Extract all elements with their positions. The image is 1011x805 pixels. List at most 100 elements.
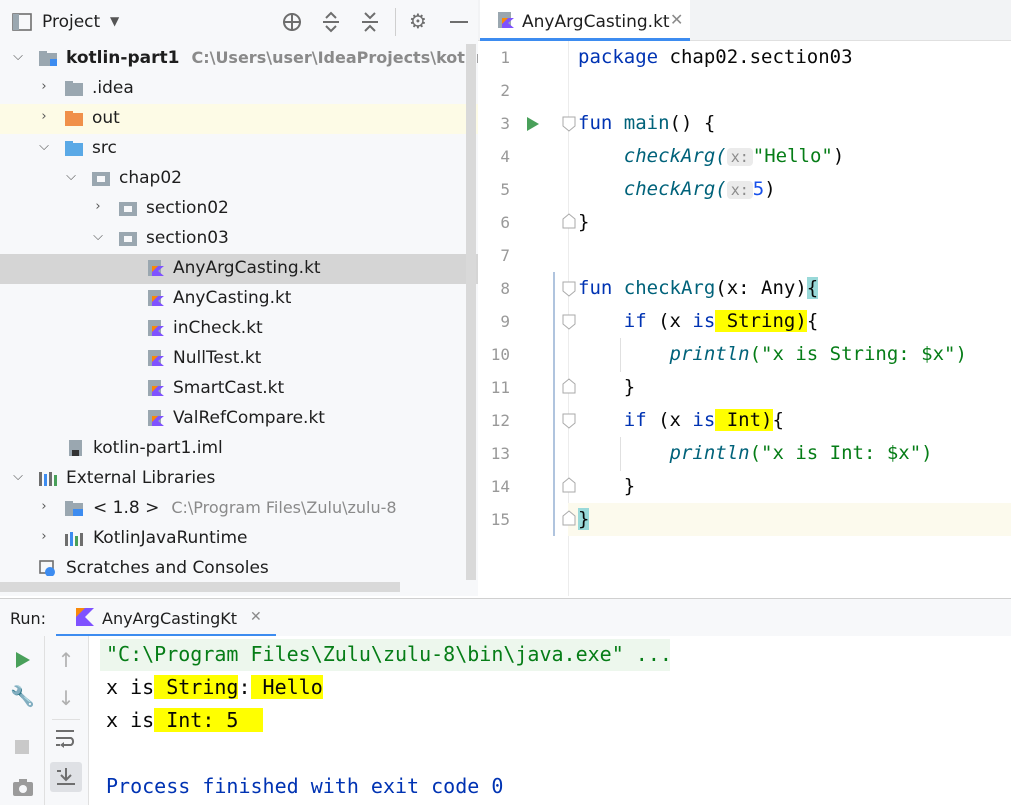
fold-icon[interactable]	[562, 477, 576, 493]
chevron-right-icon[interactable]: ›	[37, 80, 51, 94]
tree-label: section03	[146, 228, 229, 248]
stop-icon[interactable]	[13, 738, 31, 756]
tree-row-section02[interactable]: › section02	[0, 194, 478, 224]
console-output-line: x is String: Hello	[106, 675, 323, 699]
tree-label: src	[92, 138, 117, 158]
code-line-13[interactable]: println("x is Int: $x")	[578, 442, 933, 464]
expand-all-icon[interactable]	[320, 11, 342, 33]
tree-row-nulltest[interactable]: NullTest.kt	[0, 344, 478, 374]
tree-row-iml[interactable]: kotlin-part1.iml	[0, 434, 478, 464]
fold-icon[interactable]	[562, 116, 576, 132]
scroll-to-end-toggle[interactable]	[50, 762, 82, 792]
tree-row-anyargcasting[interactable]: AnyArgCasting.kt	[0, 254, 478, 284]
soft-wrap-icon[interactable]	[54, 728, 78, 748]
fold-icon[interactable]	[562, 281, 576, 297]
code-line-11[interactable]: }	[578, 376, 635, 398]
fold-icon[interactable]	[562, 314, 576, 330]
code-line-1[interactable]: package chap02.section03	[578, 46, 853, 68]
tree-row-src[interactable]: ⌵ src	[0, 134, 478, 164]
code-line-10[interactable]: println("x is String: $x")	[578, 343, 967, 365]
chevron-down-icon[interactable]: ⌵	[37, 140, 51, 154]
project-view-icon	[12, 13, 32, 31]
collapse-all-icon[interactable]	[359, 11, 381, 33]
tree-label: inCheck.kt	[173, 318, 263, 338]
module-folder-icon	[39, 51, 57, 66]
run-tab[interactable]: AnyArgCastingKt ✕	[56, 599, 276, 637]
code-line-12[interactable]: if (x is Int){	[578, 409, 784, 431]
kotlin-file-icon	[148, 350, 164, 366]
excluded-folder-icon	[65, 111, 83, 126]
library-icon	[65, 532, 83, 546]
project-header: Project ▼ ⚙	[0, 0, 478, 44]
code-line-3[interactable]: fun main() {	[578, 112, 715, 134]
tree-row-idea[interactable]: › .idea	[0, 74, 478, 104]
code-line-6[interactable]: }	[578, 211, 589, 233]
chevron-down-icon[interactable]: ▼	[110, 14, 119, 28]
project-title[interactable]: Project	[42, 12, 100, 32]
line-number: 8	[500, 279, 510, 298]
code-line-15[interactable]: }	[578, 508, 590, 530]
fold-icon[interactable]	[562, 378, 576, 394]
close-icon[interactable]: ✕	[250, 609, 262, 625]
code-line-9[interactable]: if (x is String){	[578, 310, 818, 332]
chevron-down-icon[interactable]: ⌵	[64, 170, 78, 184]
tree-row-external-libraries[interactable]: ⌵ External Libraries	[0, 464, 478, 494]
tree-label: AnyCasting.kt	[173, 288, 292, 308]
jdk-icon	[65, 501, 83, 516]
chevron-down-icon[interactable]: ⌵	[11, 50, 25, 64]
fold-icon[interactable]	[562, 213, 576, 229]
line-number: 3	[500, 114, 510, 133]
chevron-right-icon[interactable]: ›	[37, 110, 51, 124]
horizontal-scrollbar[interactable]	[0, 582, 400, 592]
chevron-down-icon[interactable]: ⌵	[11, 470, 25, 484]
wrench-icon[interactable]: 🔧	[10, 684, 35, 708]
fold-icon[interactable]	[562, 510, 576, 526]
line-number: 5	[500, 180, 510, 199]
console-command: "C:\Program Files\Zulu\zulu-8\bin\java.e…	[106, 642, 672, 666]
parameter-hint: x:	[726, 148, 753, 166]
line-number: 1	[500, 48, 510, 67]
tree-row-incheck[interactable]: inCheck.kt	[0, 314, 478, 344]
scroll-to-end-icon	[57, 768, 75, 785]
tree-row-kotlinjavaruntime[interactable]: › KotlinJavaRuntime	[0, 524, 478, 554]
line-number: 10	[490, 345, 510, 364]
package-icon	[119, 232, 137, 246]
tree-row-valrefcompare[interactable]: ValRefCompare.kt	[0, 404, 478, 434]
run-gutter-icon[interactable]	[526, 116, 540, 132]
rerun-icon[interactable]	[14, 650, 32, 670]
tree-row-smartcast[interactable]: SmartCast.kt	[0, 374, 478, 404]
tree-label: .idea	[92, 78, 134, 98]
locate-icon[interactable]	[281, 11, 303, 33]
arrow-down-icon[interactable]: ↓	[54, 686, 78, 710]
tree-row-kotlin-part1[interactable]: ⌵ kotlin-part1 C:\Users\user\IdeaProjects…	[0, 44, 478, 74]
fold-icon[interactable]	[562, 413, 576, 429]
code-line-5[interactable]: checkArg(x: 5)	[578, 178, 776, 200]
chevron-down-icon[interactable]: ⌵	[91, 230, 105, 244]
code-line-4[interactable]: checkArg(x: "Hello")	[578, 145, 845, 167]
arrow-up-icon[interactable]: ↑	[54, 648, 78, 672]
tree-label: kotlin-part1 C:\Users\user\IdeaProjects\k…	[66, 48, 478, 68]
line-number: 12	[490, 411, 510, 430]
close-icon[interactable]: ✕	[670, 10, 683, 29]
editor-tab[interactable]: AnyArgCasting.kt ✕	[480, 0, 690, 41]
line-number: 6	[500, 213, 510, 232]
tree-row-jdk[interactable]: › < 1.8 > C:\Program Files\Zulu\zulu-8	[0, 494, 478, 524]
project-panel: Project ▼ ⚙ ⌵ kotlin-part1 C:\Users\user\…	[0, 0, 478, 596]
tree-row-section03[interactable]: ⌵ section03	[0, 224, 478, 254]
vertical-scrollbar[interactable]	[466, 44, 476, 580]
tree-row-chap02[interactable]: ⌵ chap02	[0, 164, 478, 194]
tree-row-anycasting[interactable]: AnyCasting.kt	[0, 284, 478, 314]
chevron-right-icon[interactable]: ›	[37, 530, 51, 544]
gear-icon[interactable]: ⚙	[409, 9, 427, 33]
tree-label: SmartCast.kt	[173, 378, 285, 398]
code-line-8[interactable]: fun checkArg(x: Any){	[578, 277, 819, 299]
camera-icon[interactable]	[12, 777, 34, 797]
tree-row-out[interactable]: › out	[0, 104, 478, 134]
line-number: 7	[500, 246, 510, 265]
current-line-highlight	[568, 503, 1011, 536]
hide-icon[interactable]	[450, 21, 468, 23]
tree-row-scratches[interactable]: Scratches and Consoles	[0, 554, 478, 584]
code-line-14[interactable]: }	[578, 475, 635, 497]
chevron-right-icon[interactable]: ›	[37, 500, 51, 514]
chevron-right-icon[interactable]: ›	[91, 200, 105, 214]
